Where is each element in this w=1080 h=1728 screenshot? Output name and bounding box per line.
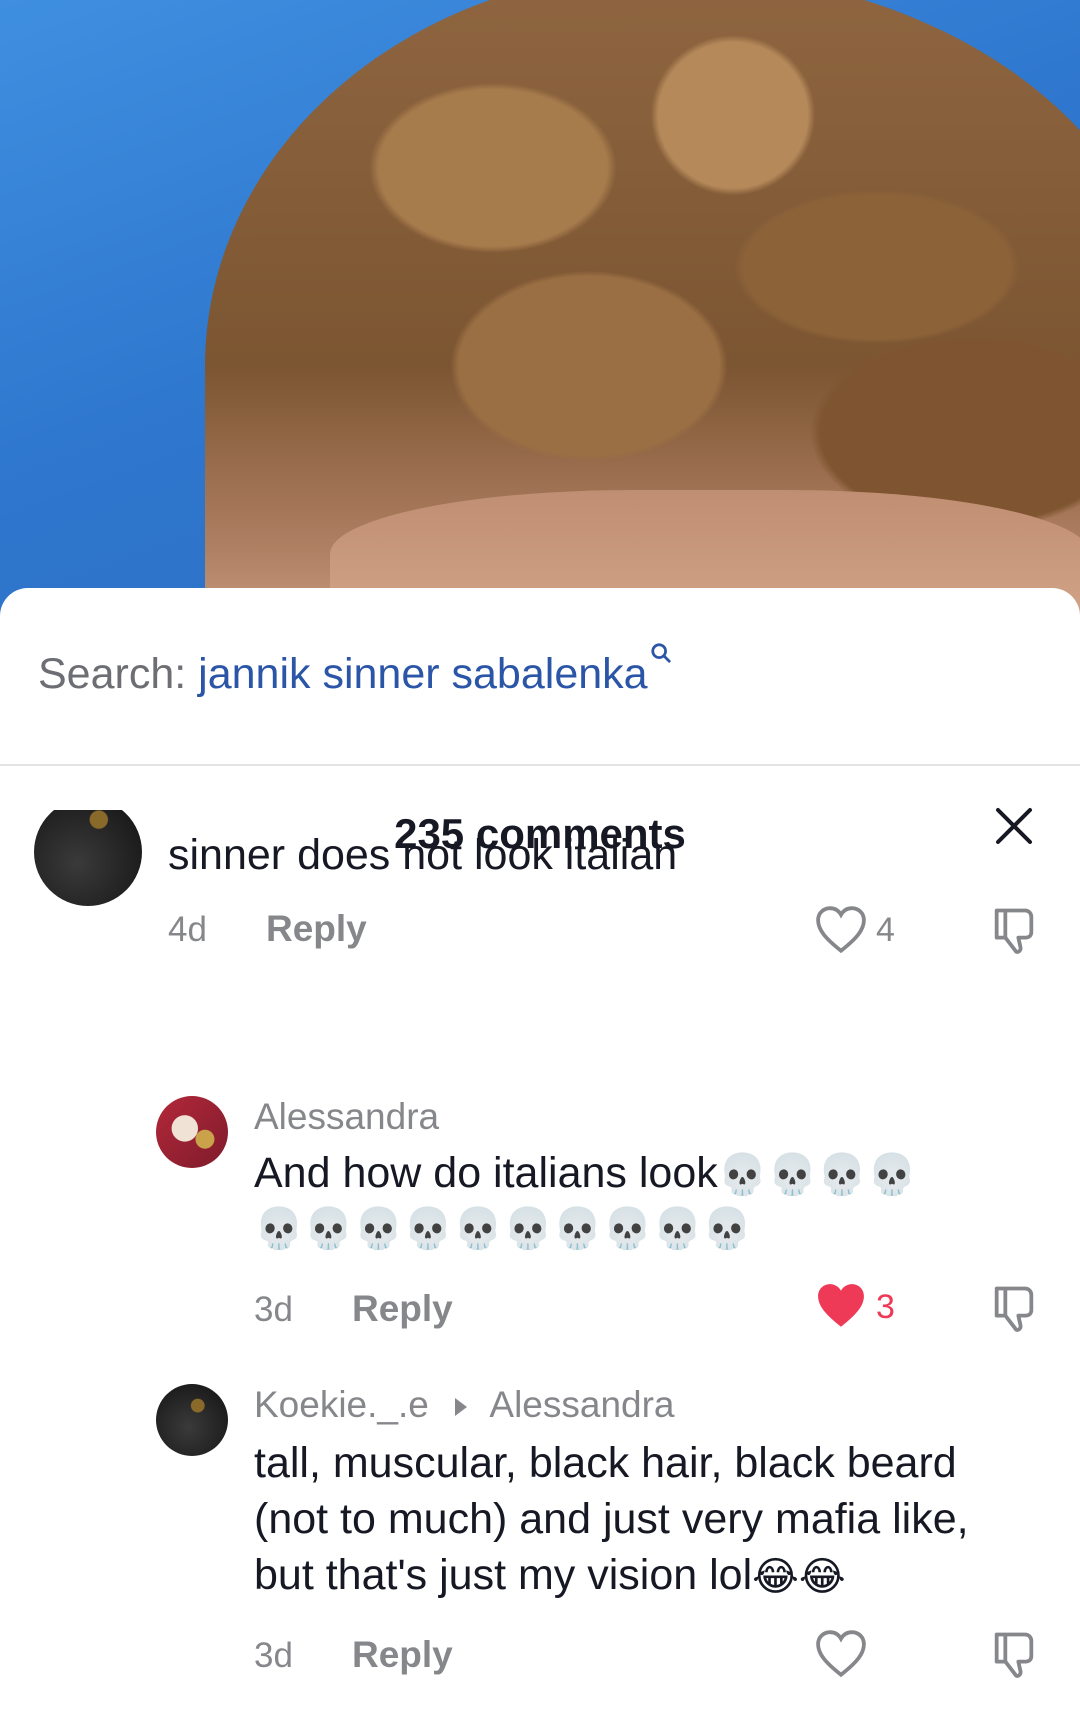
comment-text-line: tall, muscular, black hair, black beard [254, 1439, 957, 1487]
reply-arrow-icon [455, 1398, 468, 1417]
comment-text-line: And how do italians look [254, 1149, 718, 1197]
divider [0, 764, 1080, 766]
skull-emoji-row: 💀💀💀💀 [717, 1153, 917, 1198]
search-suggestion[interactable]: Search: jannik sinner sabalenka [38, 643, 671, 699]
dislike-icon[interactable] [988, 904, 1040, 956]
reply-button[interactable]: Reply [266, 908, 367, 950]
heart-icon[interactable] [814, 906, 868, 954]
close-icon[interactable] [994, 806, 1034, 846]
comment-text-line: (not to much) and just very mafia like, [254, 1495, 969, 1543]
comment-text: but that's just my vision lol😂😂 [254, 1548, 846, 1605]
comment-age: 3d [254, 1636, 293, 1675]
reply-to-username[interactable]: Alessandra [489, 1384, 674, 1425]
avatar[interactable] [34, 810, 142, 906]
skull-emoji-row: 💀💀💀💀💀💀💀💀💀💀 [254, 1207, 753, 1252]
heart-filled-icon[interactable] [814, 1282, 868, 1330]
comment-text-emoji-line: 💀💀💀💀💀💀💀💀💀💀 [254, 1200, 752, 1257]
heart-icon[interactable] [814, 1630, 868, 1678]
reply-button[interactable]: Reply [352, 1634, 453, 1676]
search-icon [650, 643, 671, 663]
comment-text-line: but that's just my vision lol [254, 1551, 753, 1599]
dislike-icon[interactable] [988, 1282, 1040, 1334]
comments-sheet: Search: jannik sinner sabalenka 235 comm… [0, 588, 1080, 1728]
avatar[interactable] [156, 1384, 228, 1456]
username-row: Koekie._.e Alessandra [254, 1384, 675, 1426]
comment-text: sinner does not look italian [168, 831, 678, 879]
username[interactable]: Koekie._.e [254, 1384, 429, 1425]
video-frame[interactable] [0, 0, 1080, 620]
search-query-link[interactable]: jannik sinner sabalenka [198, 650, 647, 698]
reply-button[interactable]: Reply [352, 1288, 453, 1330]
dislike-icon[interactable] [988, 1628, 1040, 1680]
comment-age: 3d [254, 1290, 293, 1329]
like-count: 3 [876, 1288, 895, 1326]
comment-text: And how do italians look💀💀💀💀 [254, 1146, 917, 1203]
search-prefix: Search: [38, 650, 187, 698]
username[interactable]: Alessandra [254, 1096, 439, 1138]
avatar[interactable] [156, 1096, 228, 1168]
like-count: 4 [876, 911, 895, 949]
comment-age: 4d [168, 910, 207, 949]
laughing-emoji-row: 😂😂 [752, 1555, 846, 1600]
